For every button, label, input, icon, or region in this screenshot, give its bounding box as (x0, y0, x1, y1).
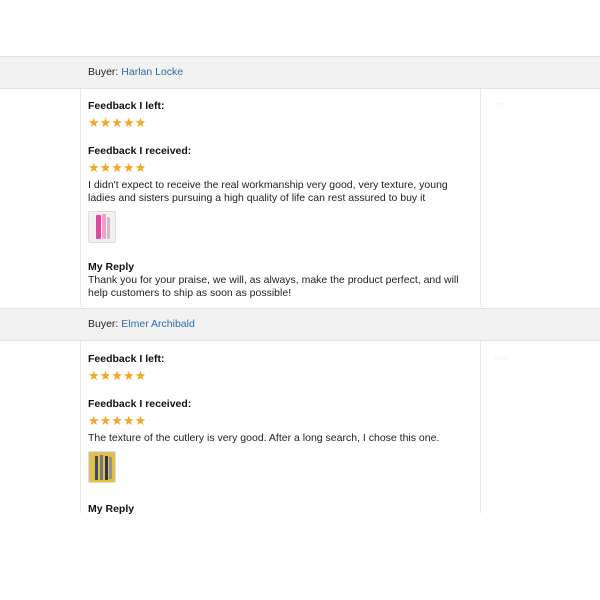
buyer-comment: The texture of the cutlery is very good.… (88, 432, 440, 444)
feedback-entry: Feedback I left: ★★★★★ Feedback I receiv… (88, 100, 473, 300)
buyer-name-link[interactable]: Elmer Archibald (121, 318, 195, 330)
rating-stars-received: ★★★★★ (88, 413, 147, 428)
rating-stars-left: ★★★★★ (88, 368, 147, 383)
feedback-left-heading: Feedback I left: (88, 100, 165, 112)
faded-text: ▫▫ (497, 96, 507, 112)
buyer-label: Buyer: (88, 318, 119, 330)
photo-image (89, 452, 115, 482)
rating-stars-received: ★★★★★ (88, 160, 147, 175)
feedback-entry: Feedback I left: ★★★★★ Feedback I receiv… (88, 353, 473, 515)
buyer-name-link[interactable]: Harlan Locke (121, 66, 183, 78)
photo-image (89, 212, 115, 242)
buyer-comment: I didn't expect to receive the real work… (88, 179, 448, 204)
buyer-label: Buyer: (88, 66, 119, 78)
column-divider (480, 341, 481, 513)
buyer-bar: Buyer: Harlan Locke (0, 56, 600, 89)
product-photo-thumbnail[interactable] (88, 211, 116, 243)
feedback-received-heading: Feedback I received: (88, 145, 192, 157)
column-divider (80, 341, 81, 513)
buyer-bar: Buyer: Elmer Archibald (0, 308, 600, 341)
faded-text: ▫▫▫ (494, 349, 509, 365)
column-divider (80, 89, 81, 307)
feedback-left-heading: Feedback I left: (88, 353, 165, 365)
column-divider (480, 89, 481, 307)
my-reply-heading: My Reply (88, 503, 135, 515)
rating-stars-left: ★★★★★ (88, 115, 147, 130)
my-reply-heading: My Reply (88, 261, 135, 273)
feedback-received-heading: Feedback I received: (88, 398, 192, 410)
my-reply-text: Thank you for your praise, we will, as a… (88, 274, 459, 299)
product-photo-thumbnail[interactable] (88, 451, 116, 483)
